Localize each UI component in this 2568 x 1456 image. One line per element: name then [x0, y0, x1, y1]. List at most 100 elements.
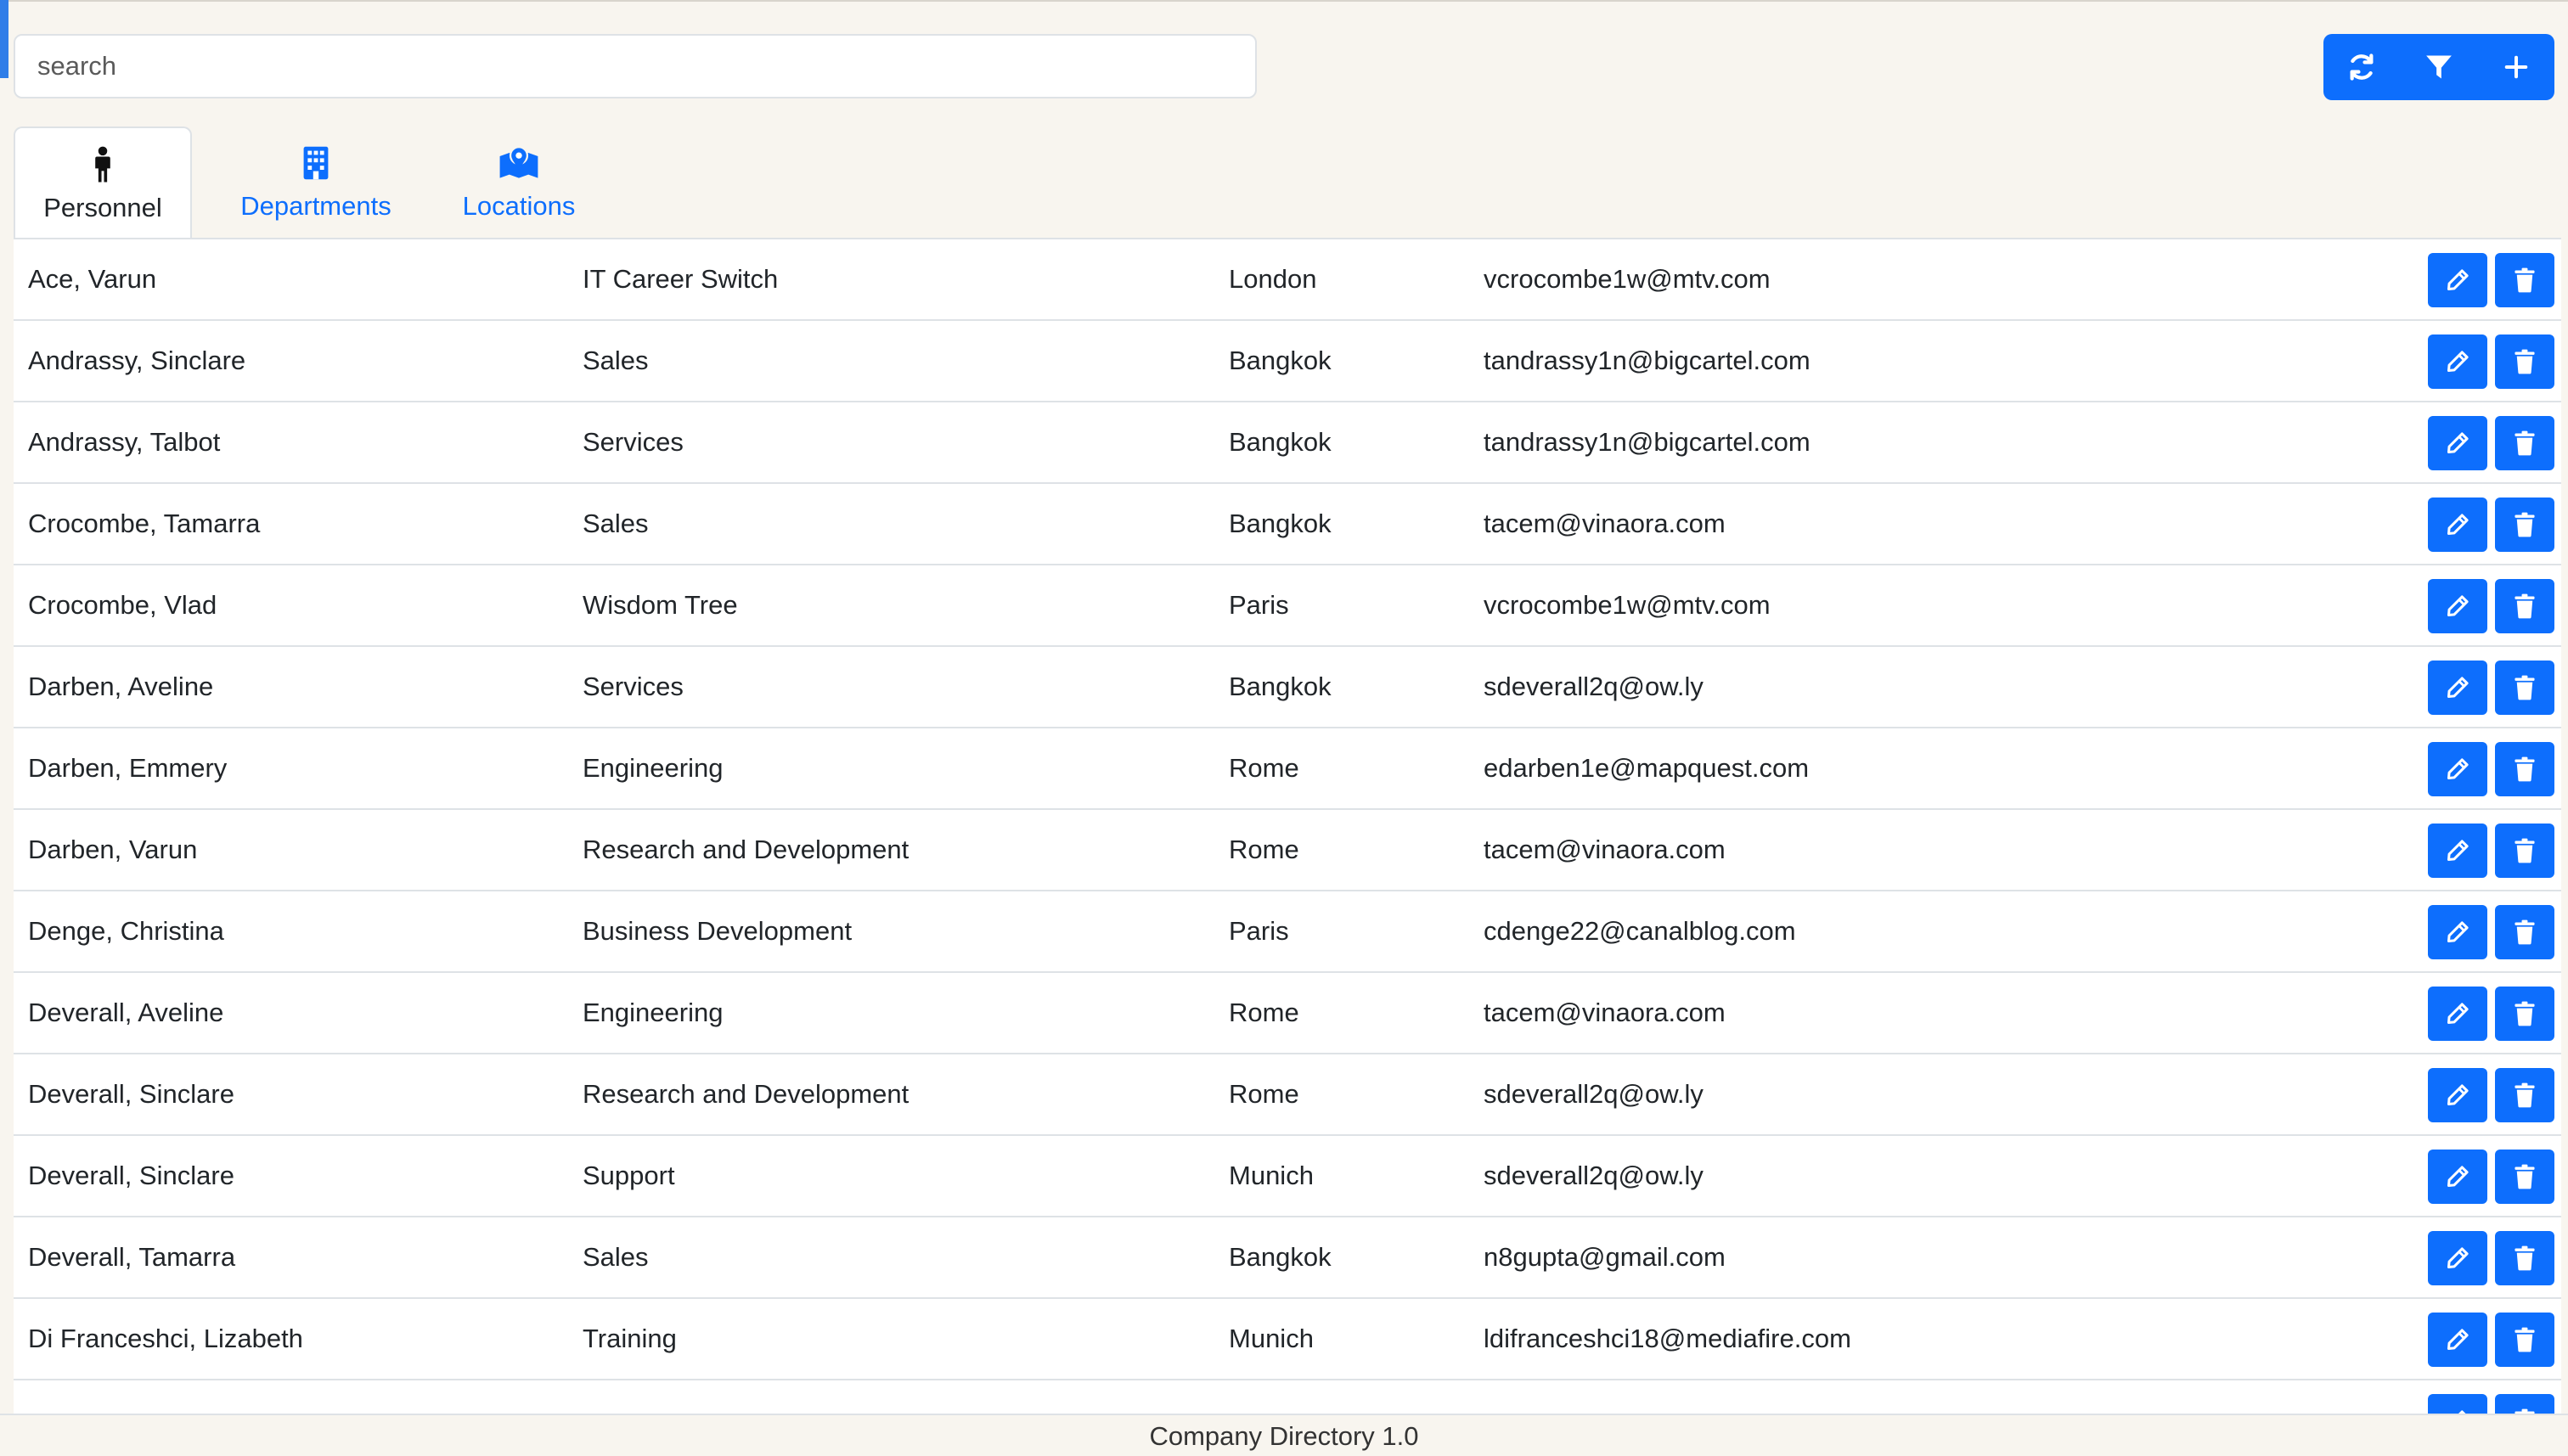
- tab-locations[interactable]: Locations: [430, 126, 608, 239]
- edit-button[interactable]: [2428, 498, 2487, 552]
- pencil-icon: [2447, 514, 2469, 536]
- tab-departments-label: Departments: [240, 191, 391, 221]
- edit-button[interactable]: [2428, 1313, 2487, 1367]
- edit-button[interactable]: [2428, 824, 2487, 878]
- person-email: tandrassy1n@bigcartel.com: [1484, 427, 1811, 457]
- person-email: edarben1e@mapquest.com: [1484, 753, 1810, 783]
- edit-button[interactable]: [2428, 742, 2487, 796]
- person-location: Paris: [1229, 916, 1289, 946]
- delete-button[interactable]: [2495, 1150, 2554, 1204]
- edit-button[interactable]: [2428, 1231, 2487, 1285]
- person-name: Darben, Varun: [28, 835, 198, 864]
- pencil-icon: [2447, 677, 2469, 699]
- footer-text: Company Directory 1.0: [1149, 1421, 1419, 1451]
- person-name: Andrassy, Sinclare: [28, 346, 246, 375]
- delete-button[interactable]: [2495, 1231, 2554, 1285]
- refresh-button[interactable]: [2323, 34, 2401, 100]
- trash-icon: [2514, 1327, 2535, 1352]
- delete-button[interactable]: [2495, 905, 2554, 959]
- delete-button[interactable]: [2495, 416, 2554, 470]
- person-location: Bangkok: [1229, 672, 1332, 701]
- filter-button[interactable]: [2401, 34, 2478, 100]
- trash-icon: [2514, 430, 2535, 456]
- person-email: vcrocombe1w@mtv.com: [1484, 264, 1771, 294]
- person-department: Engineering: [583, 753, 724, 783]
- table-row: Deverall, Sinclare Support Munich sdever…: [14, 1136, 2561, 1217]
- edit-button[interactable]: [2428, 661, 2487, 715]
- edit-button[interactable]: [2428, 905, 2487, 959]
- table-row: Darben, Emmery Engineering Rome edarben1…: [14, 728, 2561, 810]
- edit-button[interactable]: [2428, 1394, 2487, 1414]
- delete-button[interactable]: [2495, 824, 2554, 878]
- delete-button[interactable]: [2495, 1313, 2554, 1367]
- person-name: Di Franceshci, Lizabeth: [28, 1324, 303, 1353]
- edit-button[interactable]: [2428, 1068, 2487, 1122]
- edit-button[interactable]: [2428, 253, 2487, 307]
- person-department: Sales: [583, 1242, 649, 1272]
- edit-button[interactable]: [2428, 1150, 2487, 1204]
- person-department: Training: [583, 1324, 677, 1353]
- search-input[interactable]: [14, 34, 1257, 98]
- table-row: Crocombe, Vlad Wisdom Tree Paris vcrocom…: [14, 565, 2561, 647]
- person-location: Bangkok: [1229, 509, 1332, 538]
- person-location: Bangkok: [1229, 1242, 1332, 1272]
- pencil-icon: [2447, 1003, 2469, 1025]
- table-row: Di Franceshci, Lizabeth Training Munich …: [14, 1299, 2561, 1380]
- person-location: Rome: [1229, 753, 1299, 783]
- tab-departments[interactable]: Departments: [214, 126, 418, 239]
- person-location: Bangkok: [1229, 346, 1332, 375]
- delete-button[interactable]: [2495, 498, 2554, 552]
- edit-button[interactable]: [2428, 987, 2487, 1041]
- delete-button[interactable]: [2495, 742, 2554, 796]
- table-row: [14, 1380, 2561, 1414]
- delete-button[interactable]: [2495, 661, 2554, 715]
- person-email: ldifranceshci18@mediafire.com: [1484, 1324, 1851, 1353]
- table-body: Ace, Varun IT Career Switch London vcroc…: [14, 239, 2561, 1414]
- person-department: Research and Development: [583, 1079, 910, 1109]
- table-row: Crocombe, Tamarra Sales Bangkok tacem@vi…: [14, 484, 2561, 565]
- trash-icon: [2514, 919, 2535, 945]
- edit-button[interactable]: [2428, 334, 2487, 389]
- delete-button[interactable]: [2495, 334, 2554, 389]
- delete-button[interactable]: [2495, 1068, 2554, 1122]
- person-name: Deverall, Aveline: [28, 998, 224, 1027]
- add-button[interactable]: [2477, 34, 2554, 100]
- pencil-icon: [2447, 921, 2469, 943]
- trash-icon: [2514, 593, 2535, 619]
- trash-icon: [2514, 1245, 2535, 1271]
- table-row: Ace, Varun IT Career Switch London vcroc…: [14, 239, 2561, 321]
- edit-button[interactable]: [2428, 579, 2487, 633]
- person-department: Support: [583, 1161, 675, 1190]
- person-department: Engineering: [583, 998, 724, 1027]
- footer: Company Directory 1.0: [0, 1414, 2568, 1456]
- person-department: Services: [583, 672, 684, 701]
- delete-button[interactable]: [2495, 987, 2554, 1041]
- delete-button[interactable]: [2495, 1394, 2554, 1414]
- person-department: Sales: [583, 346, 649, 375]
- pencil-icon: [2447, 1329, 2469, 1351]
- table-row: Darben, Varun Research and Development R…: [14, 810, 2561, 891]
- person-location: London: [1229, 264, 1317, 294]
- personnel-table: Ace, Varun IT Career Switch London vcroc…: [14, 238, 2561, 1414]
- refresh-icon: [2350, 53, 2374, 81]
- person-department: Business Development: [583, 916, 853, 946]
- tab-personnel[interactable]: Personnel: [14, 126, 192, 239]
- top-border: [0, 0, 2568, 2]
- toolbar-button-group: [2323, 34, 2554, 100]
- tab-locations-label: Locations: [462, 191, 576, 221]
- person-location: Rome: [1229, 1079, 1299, 1109]
- delete-button[interactable]: [2495, 253, 2554, 307]
- table-row: Andrassy, Talbot Services Bangkok tandra…: [14, 402, 2561, 484]
- person-location: Bangkok: [1229, 427, 1332, 457]
- table-row: Denge, Christina Business Development Pa…: [14, 891, 2561, 973]
- trash-icon: [2514, 267, 2535, 293]
- delete-button[interactable]: [2495, 579, 2554, 633]
- person-department: IT Career Switch: [583, 264, 779, 294]
- person-location: Munich: [1229, 1161, 1314, 1190]
- person-name: Darben, Emmery: [28, 753, 228, 783]
- pencil-icon: [2447, 351, 2469, 373]
- person-icon: [95, 146, 110, 183]
- pencil-icon: [2447, 269, 2469, 291]
- edit-button[interactable]: [2428, 416, 2487, 470]
- person-department: Services: [583, 427, 684, 457]
